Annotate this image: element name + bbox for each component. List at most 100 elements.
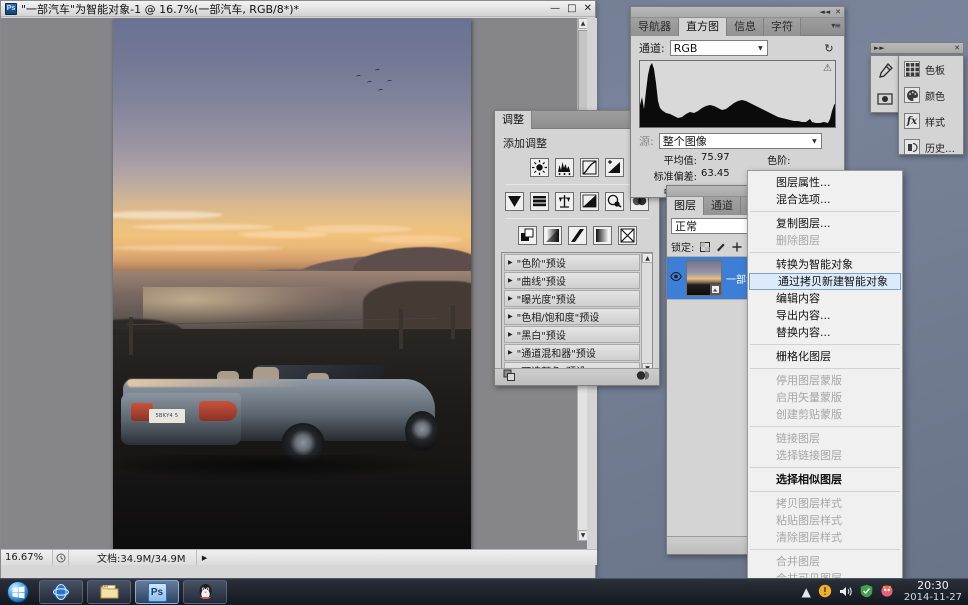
- menu-item[interactable]: 图层属性...: [748, 174, 902, 191]
- dock-close-icon[interactable]: ✕: [954, 44, 960, 52]
- lock-transparent-pixels-icon[interactable]: [699, 241, 710, 252]
- expand-triangle-icon[interactable]: ▶: [508, 349, 513, 356]
- adjustment-presets-list[interactable]: ▶ "色阶"预设 ▶ "曲线"预设 ▶ "曝光度"预设 ▶ "色相/饱和度"预设 ▶ "黑…: [501, 252, 653, 374]
- preset-item[interactable]: ▶ "通道混和器"预设: [504, 344, 640, 361]
- expand-triangle-icon[interactable]: ▶: [508, 277, 513, 284]
- chevron-down-icon[interactable]: ▼: [758, 45, 763, 52]
- curves-icon[interactable]: [580, 158, 599, 177]
- channel-row[interactable]: 通道: RGB ▼ ↻: [631, 36, 844, 58]
- histogram-panel-grip[interactable]: ◄◄ ✕: [631, 7, 844, 18]
- preset-item[interactable]: ▶ "色阶"预设: [504, 254, 640, 271]
- adjustments-footer[interactable]: [495, 368, 659, 385]
- system-tray[interactable]: ▲ 20:30 2014-11-27: [802, 580, 968, 604]
- menu-item[interactable]: 导出内容...: [748, 307, 902, 324]
- preset-item[interactable]: ▶ "色相/饱和度"预设: [504, 308, 640, 325]
- source-select[interactable]: 整个图像 ▼: [658, 133, 822, 149]
- expand-triangle-icon[interactable]: ▶: [508, 331, 513, 338]
- status-expand-arrow[interactable]: ▶: [197, 554, 213, 562]
- layer-context-menu[interactable]: 图层属性... 混合选项... 复制图层... 删除图层 转换为智能对象 通过拷贝新建智能…: [747, 170, 903, 582]
- dock-tool-column[interactable]: [870, 55, 900, 113]
- preset-item[interactable]: ▶ "曝光度"预设: [504, 290, 640, 307]
- dock-item-history[interactable]: 历史…: [899, 134, 963, 160]
- dock-panel-list[interactable]: 色板 颜色 fx 样式 历史…: [898, 55, 964, 155]
- menu-item[interactable]: 编辑内容: [748, 290, 902, 307]
- eye-icon[interactable]: [670, 271, 682, 284]
- tab-character[interactable]: 字符: [764, 18, 801, 36]
- layer-thumbnail[interactable]: [686, 260, 722, 296]
- quick-mask-icon[interactable]: [872, 86, 898, 112]
- photo-filter-icon[interactable]: [605, 192, 624, 211]
- channel-select[interactable]: RGB ▼: [669, 40, 768, 56]
- expand-triangle-icon[interactable]: ▶: [508, 259, 513, 266]
- chevron-down-icon[interactable]: ▼: [812, 138, 817, 145]
- source-row[interactable]: 源: 整个图像 ▼: [631, 130, 844, 152]
- minimize-icon[interactable]: —: [550, 4, 560, 14]
- exposure-icon[interactable]: [605, 158, 624, 177]
- return-to-adjustment-list-icon[interactable]: [503, 369, 516, 385]
- close-icon[interactable]: ✕: [584, 4, 592, 14]
- taskbar-photoshop[interactable]: Ps: [135, 580, 179, 604]
- color-picker-icon[interactable]: [872, 58, 898, 84]
- hue-saturation-icon[interactable]: [530, 192, 549, 211]
- color-balance-icon[interactable]: [555, 192, 574, 211]
- lock-image-pixels-icon[interactable]: [715, 241, 726, 252]
- volume-icon[interactable]: [839, 585, 853, 600]
- menu-item[interactable]: 通过拷贝新建智能对象: [749, 273, 901, 290]
- dock-item-color[interactable]: 颜色: [899, 82, 963, 108]
- gradient-map-icon[interactable]: [592, 226, 612, 245]
- tab-adjustments[interactable]: 调整: [495, 111, 532, 129]
- tab-histogram[interactable]: 直方图: [679, 18, 727, 36]
- dock-header[interactable]: ►► ✕: [870, 42, 964, 54]
- start-button[interactable]: [1, 580, 35, 605]
- selective-color-icon[interactable]: [617, 226, 637, 245]
- scroll-up-arrow[interactable]: ▲: [578, 18, 587, 29]
- tab-navigator[interactable]: 导航器: [631, 18, 679, 36]
- menu-item[interactable]: 复制图层...: [748, 215, 902, 232]
- toggle-layer-visibility-icon[interactable]: [636, 370, 651, 384]
- cached-data-warning-icon[interactable]: ⚠: [823, 63, 832, 74]
- menu-item[interactable]: 转换为智能对象: [748, 256, 902, 273]
- dock-item-styles[interactable]: fx 样式: [899, 108, 963, 134]
- taskbar-folder[interactable]: [87, 580, 131, 604]
- refresh-icon[interactable]: ↻: [822, 41, 836, 55]
- brightness-contrast-icon[interactable]: [530, 158, 549, 177]
- maximize-icon[interactable]: □: [567, 4, 576, 14]
- antivirus-icon[interactable]: [860, 584, 873, 600]
- tab-channels[interactable]: 通道: [704, 197, 741, 215]
- black-white-icon[interactable]: [580, 192, 599, 211]
- vibrance-icon[interactable]: [505, 192, 524, 211]
- tab-layers[interactable]: 图层: [667, 197, 704, 215]
- histogram-panel-menu-icon[interactable]: ▾≡: [831, 21, 841, 30]
- preset-item[interactable]: ▶ "曲线"预设: [504, 272, 640, 289]
- adjustment-icons-row-3[interactable]: [495, 223, 659, 248]
- taskbar-internet-explorer[interactable]: [39, 580, 83, 604]
- document-title-bar[interactable]: Ps "一部汽车"为智能对象-1 @ 16.7%(一部汽车, RGB/8*)* …: [1, 1, 595, 17]
- preset-item[interactable]: ▶ "黑白"预设: [504, 326, 640, 343]
- image-canvas[interactable]: 5BKY4 5: [113, 19, 471, 553]
- levels-icon[interactable]: [555, 158, 574, 177]
- windows-taskbar[interactable]: Ps ▲ 20:30 2014-11-27: [0, 578, 968, 605]
- expand-triangle-icon[interactable]: ▶: [508, 295, 513, 302]
- zoom-level[interactable]: 16.67%: [1, 550, 53, 565]
- taskbar-clock[interactable]: 20:30 2014-11-27: [901, 580, 962, 604]
- invert-icon[interactable]: [517, 226, 537, 245]
- posterize-icon[interactable]: [542, 226, 562, 245]
- collapse-icon[interactable]: ◄◄: [819, 8, 830, 16]
- dock-collapse-icon[interactable]: ►►: [874, 44, 885, 52]
- security-shield-icon[interactable]: [818, 584, 832, 600]
- presets-scroll-up-arrow[interactable]: ▲: [642, 253, 652, 263]
- scroll-down-arrow[interactable]: ▼: [578, 530, 587, 541]
- histogram-tabstrip[interactable]: 导航器 直方图 信息 字符 ▾≡: [631, 18, 844, 36]
- presets-scrollbar[interactable]: ▲ ▼: [641, 253, 652, 373]
- lock-position-icon[interactable]: [731, 241, 742, 252]
- menu-item[interactable]: 替换内容...: [748, 324, 902, 341]
- threshold-icon[interactable]: [567, 226, 587, 245]
- qq-icon[interactable]: [880, 584, 894, 600]
- show-hidden-icons-icon[interactable]: ▲: [802, 586, 811, 598]
- menu-item[interactable]: 选择相似图层: [748, 471, 902, 488]
- dock-item-swatches[interactable]: 色板: [899, 56, 963, 82]
- menu-item[interactable]: 栅格化图层: [748, 348, 902, 365]
- close-icon[interactable]: ✕: [835, 8, 841, 16]
- taskbar-qq[interactable]: [183, 580, 227, 604]
- expand-triangle-icon[interactable]: ▶: [508, 313, 513, 320]
